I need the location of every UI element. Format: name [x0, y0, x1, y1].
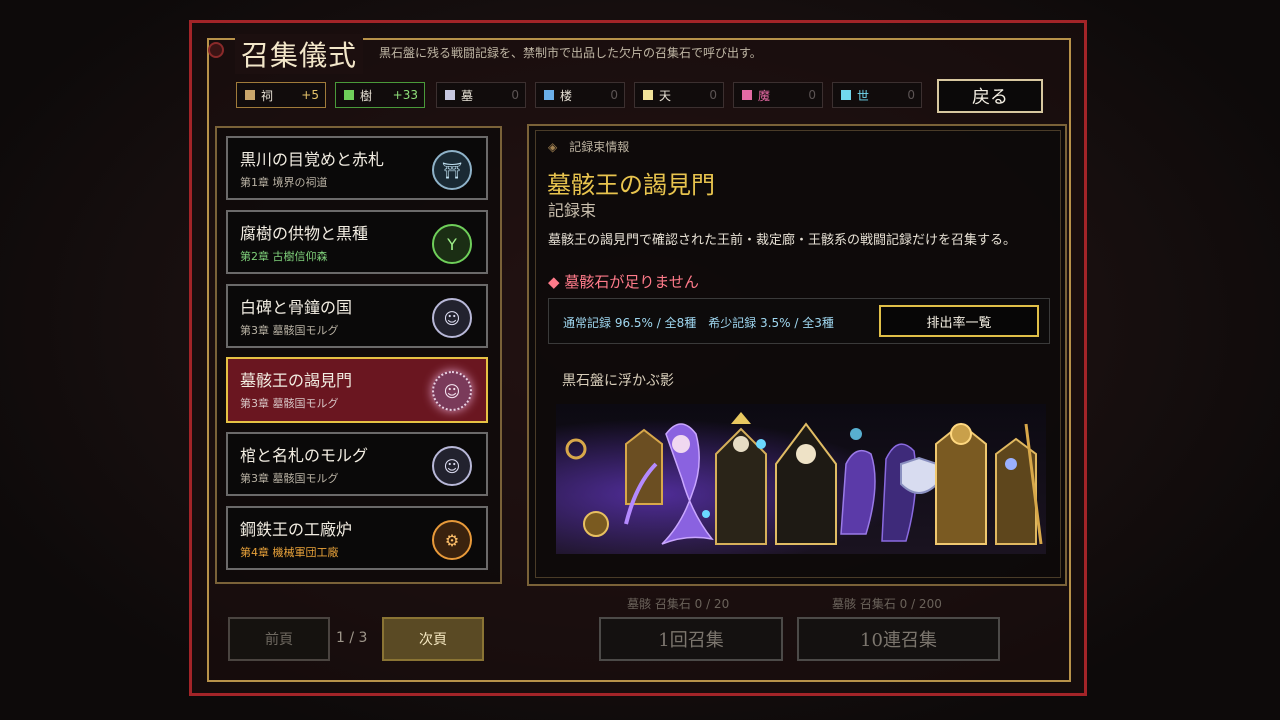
currency-count: 0 — [808, 88, 816, 102]
single-summon-cost: 墓骸 召集石 0 / 20 — [627, 597, 730, 611]
page-indicator: 1 / 3 — [336, 630, 368, 646]
currency-tower: 楼 0 — [535, 82, 625, 108]
currency-label: 楼 — [560, 88, 573, 103]
warning-text: 墓骸石が足りません — [564, 273, 699, 291]
list-item-title: 鋼鉄王の工廠炉 — [240, 520, 353, 539]
list-item-chapter: 第3章 墓骸国モルグ — [240, 397, 339, 410]
currency-label: 天 — [659, 88, 672, 103]
back-button[interactable]: 戻る — [937, 79, 1043, 113]
relic-icon — [583, 511, 609, 537]
list-item-selected[interactable]: 墓骸王の謁見門 第3章 墓骸国モルグ ☺ — [226, 357, 488, 423]
currency-label: 樹 — [360, 88, 373, 103]
currency-label: 墓 — [461, 88, 474, 103]
rates-text: 通常記録 96.5% / 全8種 希少記録 3.5% / 全3種 — [563, 316, 834, 330]
sun-skull-icon: ☺ — [432, 371, 472, 411]
list-item-title: 白碑と骨鐘の国 — [240, 298, 353, 317]
list-item-chapter: 第1章 境界の祠道 — [240, 176, 328, 189]
skull-icon: ☺ — [432, 298, 472, 338]
shield-icon — [900, 456, 938, 494]
currency-label: 世 — [857, 88, 870, 103]
gear-icon: ⚙ — [432, 520, 472, 560]
currency-label: 祠 — [261, 88, 274, 103]
heaven-swatch-icon — [643, 90, 653, 100]
next-page-button[interactable]: 次頁 — [382, 617, 484, 661]
tree-swatch-icon — [344, 90, 354, 100]
grave-swatch-icon — [445, 90, 455, 100]
multi-summon-button[interactable]: 10連召集 — [797, 617, 1000, 661]
title-ornament-icon — [208, 42, 224, 58]
tower-swatch-icon — [544, 90, 554, 100]
list-item-chapter: 第4章 機械軍団工廠 — [240, 546, 339, 559]
detail-description: 墓骸王の謁見門で確認された王前・裁定廊・王骸系の戦闘記録だけを召集する。 — [548, 233, 1017, 248]
currency-shrine: 祠 +5 — [236, 82, 326, 108]
preview-label: 黒石盤に浮かぶ影 — [562, 373, 674, 389]
currency-heaven: 天 0 — [634, 82, 724, 108]
currency-count: 0 — [511, 88, 519, 102]
world-swatch-icon — [841, 90, 851, 100]
list-item[interactable]: 鋼鉄王の工廠炉 第4章 機械軍団工廠 ⚙ — [226, 506, 488, 570]
currency-count: 0 — [610, 88, 618, 102]
demon-swatch-icon — [742, 90, 752, 100]
list-item-chapter: 第2章 古樹信仰森 — [240, 250, 328, 263]
list-item-title: 黒川の目覚めと赤札 — [240, 150, 385, 169]
currency-count: +5 — [301, 88, 319, 102]
detail-kind: 記録束 — [548, 201, 597, 220]
prev-page-button[interactable]: 前頁 — [228, 617, 330, 661]
list-item[interactable]: 腐樹の供物と黒種 第2章 古樹信仰森 Y — [226, 210, 488, 274]
multi-summon-cost: 墓骸 召集石 0 / 200 — [832, 597, 942, 611]
list-item-chapter: 第3章 墓骸国モルグ — [240, 472, 339, 485]
summon-preview-art — [556, 404, 1046, 554]
list-item-title: 墓骸王の謁見門 — [240, 371, 353, 390]
list-item-title: 腐樹の供物と黒種 — [240, 224, 369, 243]
currency-demon: 魔 0 — [733, 82, 823, 108]
page-subtitle: 黒石盤に残る戦闘記録を、禁制市で出品した欠片の召集石で呼び出す。 — [379, 46, 762, 60]
tree-icon: Y — [432, 224, 472, 264]
list-item[interactable]: 棺と名札のモルグ 第3章 墓骸国モルグ ☺ — [226, 432, 488, 496]
diamond-icon: ◈ — [548, 140, 558, 154]
currency-label: 魔 — [758, 88, 771, 103]
warning-diamond-icon: ◆ — [548, 273, 560, 291]
single-summon-button[interactable]: 1回召集 — [599, 617, 783, 661]
torii-icon: ⛩ — [432, 150, 472, 190]
currency-count: 0 — [907, 88, 915, 102]
detail-warning: ◆ 墓骸石が足りません — [548, 271, 699, 292]
currency-world: 世 0 — [832, 82, 922, 108]
currency-count: +33 — [392, 88, 418, 102]
currency-count: 0 — [709, 88, 717, 102]
detail-tag: ◈ 記録束情報 — [548, 138, 629, 155]
list-item-title: 棺と名札のモルグ — [240, 446, 369, 465]
list-item[interactable]: 白碑と骨鐘の国 第3章 墓骸国モルグ ☺ — [226, 284, 488, 348]
currency-grave: 墓 0 — [436, 82, 526, 108]
detail-title: 墓骸王の謁見門 — [547, 171, 715, 199]
rate-list-button[interactable]: 排出率一覧 — [879, 305, 1039, 337]
page-title: 召集儀式 — [235, 34, 364, 74]
currency-tree: 樹 +33 — [335, 82, 425, 108]
detail-tag-label: 記録束情報 — [569, 140, 630, 154]
shrine-swatch-icon — [245, 90, 255, 100]
list-item[interactable]: 黒川の目覚めと赤札 第1章 境界の祠道 ⛩ — [226, 136, 488, 200]
list-item-chapter: 第3章 墓骸国モルグ — [240, 324, 339, 337]
skull-icon: ☺ — [432, 446, 472, 486]
